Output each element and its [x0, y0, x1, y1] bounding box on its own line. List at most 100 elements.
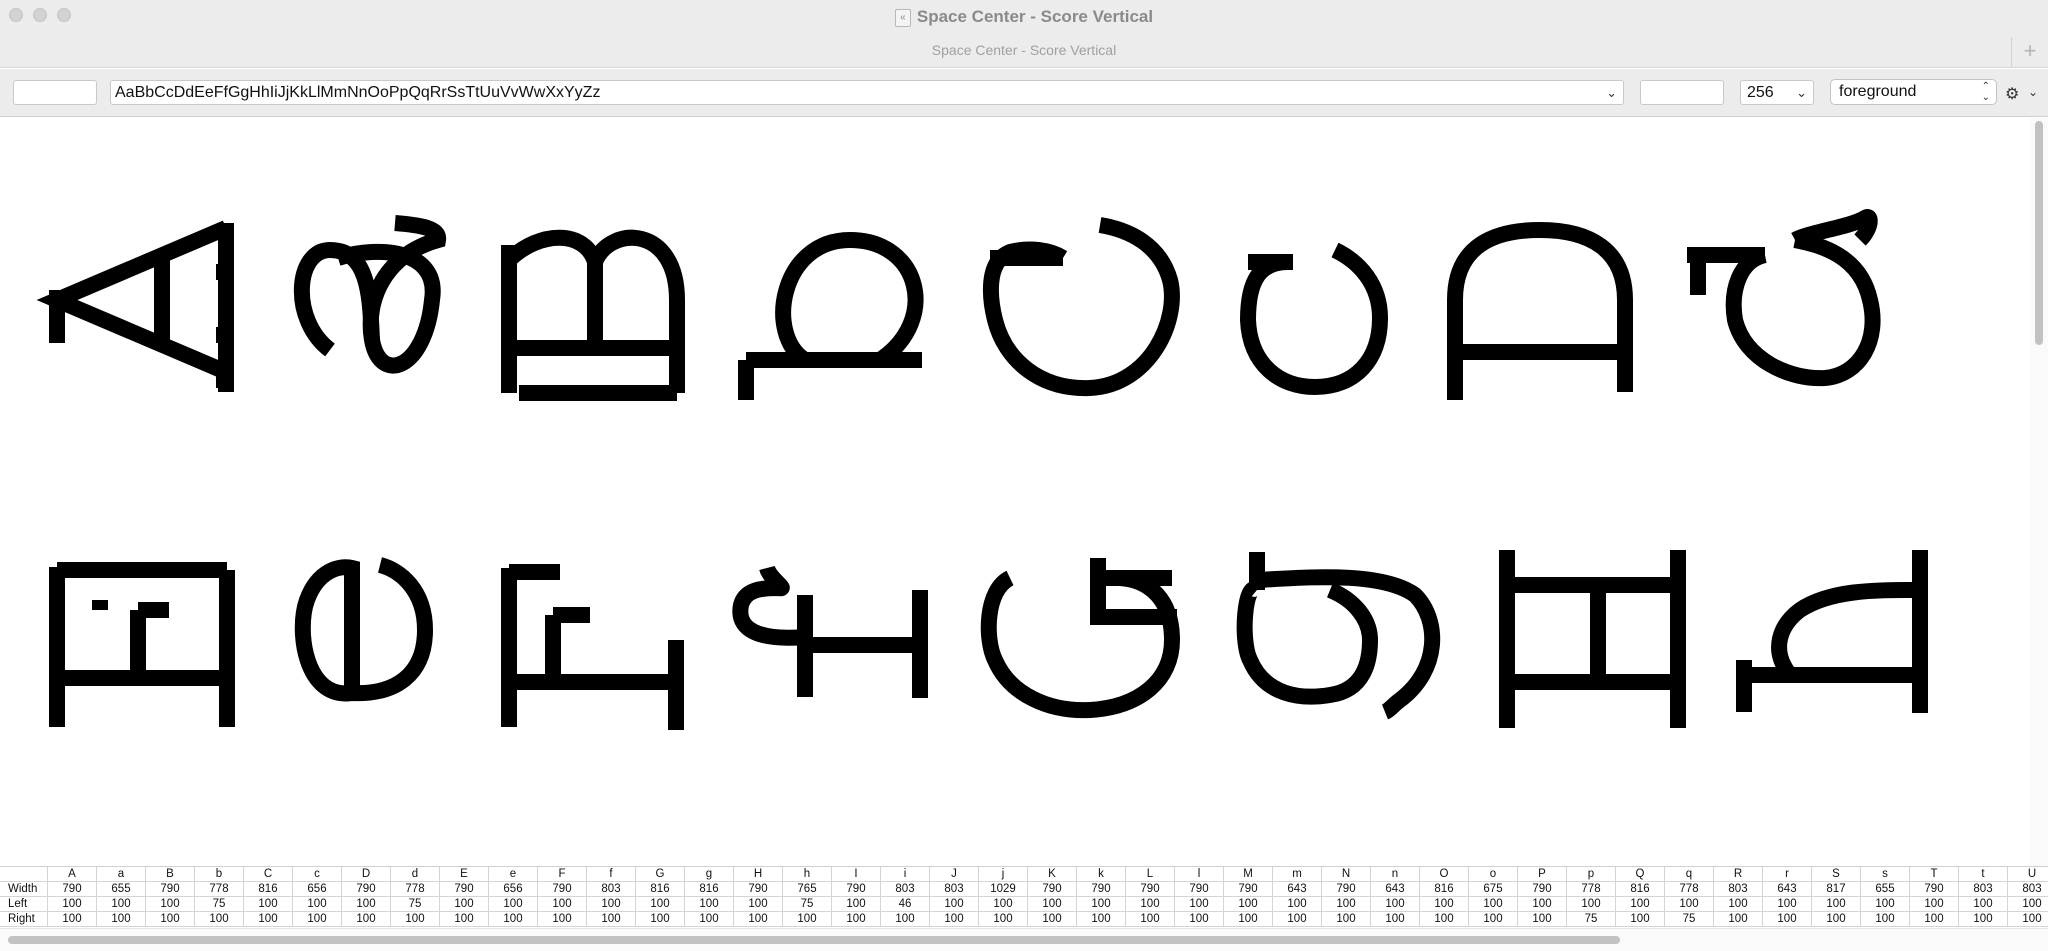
column-header[interactable]: t [1959, 867, 2008, 882]
before-text-input[interactable] [13, 80, 97, 105]
left-cell[interactable]: 75 [391, 897, 440, 912]
column-header[interactable]: e [489, 867, 538, 882]
column-header[interactable]: l [1175, 867, 1224, 882]
column-header[interactable]: d [391, 867, 440, 882]
left-cell[interactable]: 100 [342, 897, 391, 912]
right-cell[interactable]: 100 [1028, 912, 1077, 927]
width-cell[interactable]: 790 [1126, 882, 1175, 897]
width-cell[interactable]: 656 [489, 882, 538, 897]
width-cell[interactable]: 803 [1714, 882, 1763, 897]
column-header[interactable]: J [930, 867, 979, 882]
left-cell[interactable]: 100 [1224, 897, 1273, 912]
width-cell[interactable]: 790 [734, 882, 783, 897]
width-cell[interactable]: 655 [1861, 882, 1910, 897]
right-cell[interactable]: 100 [1763, 912, 1812, 927]
left-cell[interactable]: 100 [1273, 897, 1322, 912]
width-cell[interactable]: 643 [1371, 882, 1420, 897]
left-cell[interactable]: 100 [1812, 897, 1861, 912]
left-cell[interactable]: 100 [1861, 897, 1910, 912]
left-cell[interactable]: 100 [1665, 897, 1714, 912]
width-cell[interactable]: 778 [1665, 882, 1714, 897]
left-cell[interactable]: 100 [587, 897, 636, 912]
column-header[interactable]: U [2008, 867, 2048, 882]
right-cell[interactable]: 100 [1518, 912, 1567, 927]
column-header[interactable]: R [1714, 867, 1763, 882]
right-cell[interactable]: 100 [1959, 912, 2008, 927]
column-header[interactable]: S [1812, 867, 1861, 882]
left-cell[interactable]: 100 [1420, 897, 1469, 912]
right-cell[interactable]: 100 [881, 912, 930, 927]
column-header[interactable]: s [1861, 867, 1910, 882]
left-cell[interactable]: 100 [244, 897, 293, 912]
left-cell[interactable]: 100 [1469, 897, 1518, 912]
width-cell[interactable]: 803 [930, 882, 979, 897]
width-cell[interactable]: 790 [342, 882, 391, 897]
column-header[interactable]: I [832, 867, 881, 882]
width-cell[interactable]: 803 [587, 882, 636, 897]
right-cell[interactable]: 100 [1420, 912, 1469, 927]
right-cell[interactable]: 100 [489, 912, 538, 927]
column-header[interactable]: n [1371, 867, 1420, 882]
width-cell[interactable]: 790 [832, 882, 881, 897]
left-cell[interactable]: 100 [48, 897, 97, 912]
right-cell[interactable]: 100 [832, 912, 881, 927]
right-cell[interactable]: 100 [1322, 912, 1371, 927]
right-cell[interactable]: 100 [930, 912, 979, 927]
right-cell[interactable]: 100 [195, 912, 244, 927]
column-header[interactable]: p [1567, 867, 1616, 882]
width-cell[interactable]: 656 [293, 882, 342, 897]
right-cell[interactable]: 100 [979, 912, 1028, 927]
width-cell[interactable]: 803 [1959, 882, 2008, 897]
horizontal-scroll-thumb[interactable] [8, 936, 1620, 944]
right-cell[interactable]: 100 [1616, 912, 1665, 927]
after-text-input[interactable] [1640, 80, 1724, 105]
right-cell[interactable]: 100 [146, 912, 195, 927]
right-cell[interactable]: 100 [1224, 912, 1273, 927]
column-header[interactable]: D [342, 867, 391, 882]
width-cell[interactable]: 790 [1028, 882, 1077, 897]
width-cell[interactable]: 816 [636, 882, 685, 897]
left-cell[interactable]: 100 [1763, 897, 1812, 912]
left-cell[interactable]: 100 [832, 897, 881, 912]
width-cell[interactable]: 803 [881, 882, 930, 897]
width-cell[interactable]: 778 [1567, 882, 1616, 897]
column-header[interactable]: j [979, 867, 1028, 882]
column-header[interactable]: E [440, 867, 489, 882]
width-cell[interactable]: 790 [440, 882, 489, 897]
left-cell[interactable]: 100 [1322, 897, 1371, 912]
width-cell[interactable]: 765 [783, 882, 832, 897]
right-cell[interactable]: 100 [1077, 912, 1126, 927]
new-tab-button[interactable]: + [2011, 37, 2048, 67]
column-header[interactable]: q [1665, 867, 1714, 882]
gear-icon[interactable]: ⚙ [2005, 84, 2019, 104]
column-header[interactable]: f [587, 867, 636, 882]
left-cell[interactable]: 100 [1714, 897, 1763, 912]
width-cell[interactable]: 790 [538, 882, 587, 897]
right-cell[interactable]: 100 [244, 912, 293, 927]
right-cell[interactable]: 100 [587, 912, 636, 927]
right-cell[interactable]: 100 [342, 912, 391, 927]
column-header[interactable]: G [636, 867, 685, 882]
column-header[interactable]: g [685, 867, 734, 882]
right-cell[interactable]: 100 [734, 912, 783, 927]
column-header[interactable]: C [244, 867, 293, 882]
size-combo[interactable]: 256 ⌄ [1740, 80, 1814, 105]
width-cell[interactable]: 643 [1763, 882, 1812, 897]
right-cell[interactable]: 100 [783, 912, 832, 927]
right-cell[interactable]: 100 [636, 912, 685, 927]
left-cell[interactable]: 100 [1910, 897, 1959, 912]
width-cell[interactable]: 1029 [979, 882, 1028, 897]
right-cell[interactable]: 100 [293, 912, 342, 927]
column-header[interactable]: b [195, 867, 244, 882]
width-cell[interactable]: 675 [1469, 882, 1518, 897]
left-cell[interactable]: 100 [293, 897, 342, 912]
right-cell[interactable]: 100 [1861, 912, 1910, 927]
column-header[interactable]: B [146, 867, 195, 882]
column-header[interactable]: A [48, 867, 97, 882]
left-cell[interactable]: 100 [685, 897, 734, 912]
width-cell[interactable]: 816 [1616, 882, 1665, 897]
right-cell[interactable]: 100 [685, 912, 734, 927]
column-header[interactable]: L [1126, 867, 1175, 882]
chevron-down-icon[interactable]: ⌄ [1796, 81, 1807, 104]
left-cell[interactable]: 100 [1126, 897, 1175, 912]
